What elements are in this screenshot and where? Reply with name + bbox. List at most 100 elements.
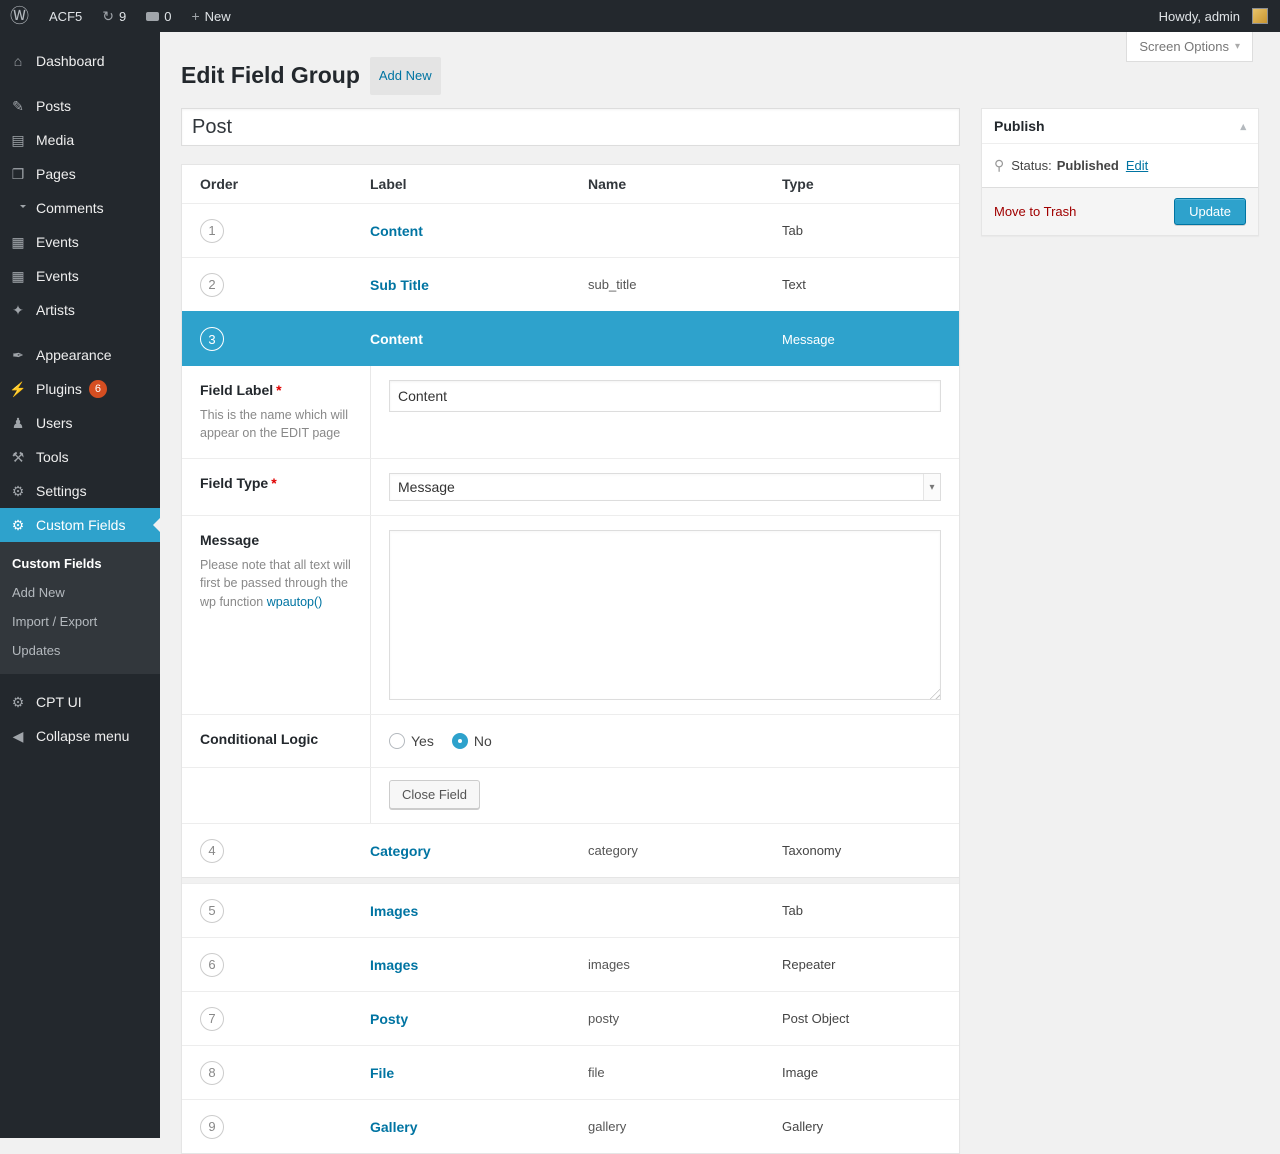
field-type: Repeater xyxy=(782,957,959,972)
content-columns: Order Label Name Type 1 Content Tab 2 Su… xyxy=(181,108,1259,1154)
sidebar-item-label: Settings xyxy=(36,483,87,499)
sidebar-item-plugins[interactable]: ⚡ Plugins 6 xyxy=(0,372,160,406)
setting-description: Please note that all text will first be … xyxy=(200,556,358,610)
toggle-panel-icon[interactable]: ▴ xyxy=(1240,120,1246,133)
field-row: 2 Sub Title sub_title Text xyxy=(182,257,959,311)
comments-bubble-icon xyxy=(146,12,159,21)
sidebar-item-custom-fields[interactable]: ⚙ Custom Fields xyxy=(0,508,160,542)
field-label-link[interactable]: Content xyxy=(370,223,423,239)
howdy-text: Howdy, admin xyxy=(1159,9,1240,24)
setting-input-cell xyxy=(371,516,959,714)
field-label-link[interactable]: Sub Title xyxy=(370,277,429,293)
submenu-item-add-new[interactable]: Add New xyxy=(0,578,160,607)
sidebar-item-label: Comments xyxy=(36,200,104,216)
header-label: Label xyxy=(370,176,588,192)
field-order-number: 9 xyxy=(200,1115,224,1139)
main-column: Order Label Name Type 1 Content Tab 2 Su… xyxy=(181,108,960,1154)
field-label-link[interactable]: Category xyxy=(370,843,431,859)
comments-count: 0 xyxy=(164,9,171,24)
field-type-select[interactable]: Message ▾ xyxy=(389,473,941,501)
field-label-link[interactable]: Images xyxy=(370,957,418,973)
submenu-item-updates[interactable]: Updates xyxy=(0,636,160,665)
admin-bar: Ⓦ ACF5 ↻ 9 0 + New Howdy, admin xyxy=(0,0,1280,32)
field-label-link[interactable]: Content xyxy=(370,331,423,347)
wordpress-logo-icon: Ⓦ xyxy=(10,7,29,26)
field-name: images xyxy=(588,957,782,972)
sidebar-item-settings[interactable]: ⚙ Settings xyxy=(0,474,160,508)
field-row: 9 Gallery gallery Gallery xyxy=(182,1099,959,1153)
chevron-down-icon: ▾ xyxy=(1235,41,1240,52)
field-group-title-input[interactable] xyxy=(181,108,960,146)
page-title: Edit Field Group Add New xyxy=(181,56,1259,94)
fields-table: Order Label Name Type 1 Content Tab 2 Su… xyxy=(181,164,960,1154)
sidebar-item-users[interactable]: ♟ Users xyxy=(0,406,160,440)
field-type: Gallery xyxy=(782,1119,959,1134)
publish-title: Publish xyxy=(994,118,1045,134)
sidebar-item-comments[interactable]: Comments xyxy=(0,191,160,225)
updates-menu[interactable]: ↻ 9 xyxy=(92,0,136,32)
field-name: file xyxy=(588,1065,782,1080)
tools-icon: ⚒ xyxy=(8,450,28,464)
field-label-link[interactable]: File xyxy=(370,1065,394,1081)
sidebar-item-artists[interactable]: ✦ Artists xyxy=(0,293,160,327)
sidebar-item-appearance[interactable]: ✒ Appearance xyxy=(0,338,160,372)
setting-title-text: Field Label xyxy=(200,382,273,398)
add-new-button[interactable]: Add New xyxy=(370,57,441,95)
my-account-menu[interactable]: Howdy, admin xyxy=(1149,0,1280,32)
header-order: Order xyxy=(182,176,370,192)
submenu-item-custom-fields[interactable]: Custom Fields xyxy=(0,549,160,578)
sidebar-item-events-2[interactable]: ▦ Events xyxy=(0,259,160,293)
edit-status-link[interactable]: Edit xyxy=(1126,158,1148,173)
conditional-logic-setting: Conditional Logic Yes No xyxy=(182,714,959,767)
sidebar-item-events[interactable]: ▦ Events xyxy=(0,225,160,259)
sidebar-item-label: Dashboard xyxy=(36,53,105,69)
admin-bar-right: Howdy, admin xyxy=(1149,0,1280,32)
field-label-input[interactable] xyxy=(389,380,941,412)
field-order-number: 4 xyxy=(200,839,224,863)
sidebar-item-posts[interactable]: ✎ Posts xyxy=(0,89,160,123)
message-textarea[interactable] xyxy=(389,530,941,700)
move-to-trash-link[interactable]: Move to Trash xyxy=(994,204,1076,219)
sidebar-item-media[interactable]: ▤ Media xyxy=(0,123,160,157)
field-type: Post Object xyxy=(782,1011,959,1026)
field-type: Tab xyxy=(782,903,959,918)
custom-fields-submenu: Custom Fields Add New Import / Export Up… xyxy=(0,542,160,674)
menu-separator xyxy=(0,674,160,685)
dashboard-icon: ⌂ xyxy=(8,54,28,68)
select-arrow-icon: ▾ xyxy=(923,474,940,500)
field-type: Tab xyxy=(782,223,959,238)
update-button[interactable]: Update xyxy=(1174,198,1246,225)
sidebar-item-label: Pages xyxy=(36,166,76,182)
submenu-item-import-export[interactable]: Import / Export xyxy=(0,607,160,636)
sidebar-item-label: CPT UI xyxy=(36,694,82,710)
setting-title: Field Type* xyxy=(200,475,358,491)
field-order-number: 2 xyxy=(200,273,224,297)
comments-menu[interactable]: 0 xyxy=(136,0,181,32)
pages-icon: ❐ xyxy=(8,167,28,181)
setting-input-cell: Yes No xyxy=(371,715,959,767)
setting-label-cell: Field Label* This is the name which will… xyxy=(182,366,371,458)
radio-label: No xyxy=(474,733,492,749)
field-label-link[interactable]: Images xyxy=(370,903,418,919)
sidebar-item-collapse-menu[interactable]: ◀ Collapse menu xyxy=(0,719,160,753)
setting-title-text: Message xyxy=(200,532,259,548)
conditional-logic-yes-radio[interactable]: Yes xyxy=(389,733,434,749)
sidebar-item-dashboard[interactable]: ⌂ Dashboard xyxy=(0,44,160,78)
close-field-button[interactable]: Close Field xyxy=(389,780,480,809)
new-content-label: New xyxy=(205,9,231,24)
screen-options-tab[interactable]: Screen Options ▾ xyxy=(1126,32,1253,62)
site-name-link[interactable]: ACF5 xyxy=(39,0,92,32)
wpautop-link[interactable]: wpautop() xyxy=(267,595,323,609)
sidebar-item-tools[interactable]: ⚒ Tools xyxy=(0,440,160,474)
admin-bar-left: Ⓦ ACF5 ↻ 9 0 + New xyxy=(0,0,241,32)
setting-input-cell: Message ▾ xyxy=(371,459,959,515)
field-label-link[interactable]: Posty xyxy=(370,1011,408,1027)
setting-input-cell xyxy=(371,366,959,458)
wordpress-logo-menu[interactable]: Ⓦ xyxy=(0,0,39,32)
close-field-row: Close Field xyxy=(182,767,959,823)
conditional-logic-no-radio[interactable]: No xyxy=(452,733,492,749)
sidebar-item-pages[interactable]: ❐ Pages xyxy=(0,157,160,191)
new-content-menu[interactable]: + New xyxy=(181,0,240,32)
field-label-link[interactable]: Gallery xyxy=(370,1119,417,1135)
sidebar-item-cpt-ui[interactable]: ⚙ CPT UI xyxy=(0,685,160,719)
